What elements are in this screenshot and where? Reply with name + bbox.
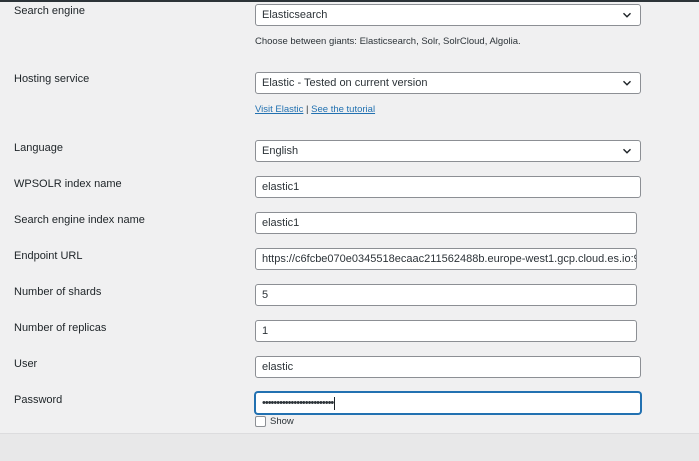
search-engine-index-name-value: elastic1	[262, 217, 300, 229]
show-password-label: Show	[270, 415, 294, 427]
number-of-replicas-label: Number of replicas	[14, 322, 107, 334]
search-engine-value: Elasticsearch	[262, 9, 328, 21]
search-engine-index-name-label: Search engine index name	[14, 214, 145, 226]
number-of-shards-value: 5	[262, 289, 269, 301]
number-of-shards-label: Number of shards	[14, 286, 102, 298]
language-label: Language	[14, 142, 63, 154]
visit-elastic-link[interactable]: Visit Elastic	[255, 104, 303, 115]
search-engine-description: Choose between giants: Elasticsearch, So…	[255, 36, 521, 47]
language-select[interactable]: English	[255, 140, 641, 162]
page-footer-band	[0, 433, 699, 461]
endpoint-url-label: Endpoint URL	[14, 250, 83, 262]
endpoint-url-input[interactable]: https://c6fcbe070e0345518ecaac211562488b…	[255, 248, 637, 270]
hosting-service-select[interactable]: Elastic - Tested on current version	[255, 72, 641, 94]
user-input[interactable]: elastic	[255, 356, 641, 378]
password-masked-value: •••••••••••••••••••••••••	[262, 397, 334, 409]
endpoint-url-value: https://c6fcbe070e0345518ecaac211562488b…	[262, 253, 637, 265]
language-value: English	[262, 145, 299, 157]
number-of-replicas-value: 1	[262, 325, 269, 337]
top-edge	[0, 0, 699, 2]
password-input[interactable]: •••••••••••••••••••••••••	[255, 392, 641, 414]
show-password-checkbox[interactable]	[255, 415, 266, 427]
hosting-service-value: Elastic - Tested on current version	[262, 77, 428, 89]
text-caret	[334, 396, 336, 410]
search-engine-index-name-input[interactable]: elastic1	[255, 212, 637, 234]
hosting-service-label: Hosting service	[14, 73, 90, 85]
link-separator: |	[303, 104, 312, 115]
hosting-links: Visit Elastic | See the tutorial	[255, 104, 375, 115]
user-label: User	[14, 358, 38, 370]
wpsolr-index-name-label: WPSOLR index name	[14, 178, 122, 190]
chevron-down-icon	[623, 148, 631, 154]
number-of-replicas-input[interactable]: 1	[255, 320, 637, 342]
search-engine-label: Search engine	[14, 5, 85, 17]
password-label: Password	[14, 394, 63, 406]
wpsolr-index-name-input[interactable]: elastic1	[255, 176, 641, 198]
number-of-shards-input[interactable]: 5	[255, 284, 637, 306]
search-engine-select[interactable]: Elasticsearch	[255, 4, 641, 26]
chevron-down-icon	[623, 80, 631, 86]
chevron-down-icon	[623, 12, 631, 18]
user-value: elastic	[262, 361, 294, 373]
see-tutorial-link[interactable]: See the tutorial	[311, 104, 375, 115]
wpsolr-index-name-value: elastic1	[262, 181, 300, 193]
show-password-toggle[interactable]: Show	[255, 415, 294, 427]
